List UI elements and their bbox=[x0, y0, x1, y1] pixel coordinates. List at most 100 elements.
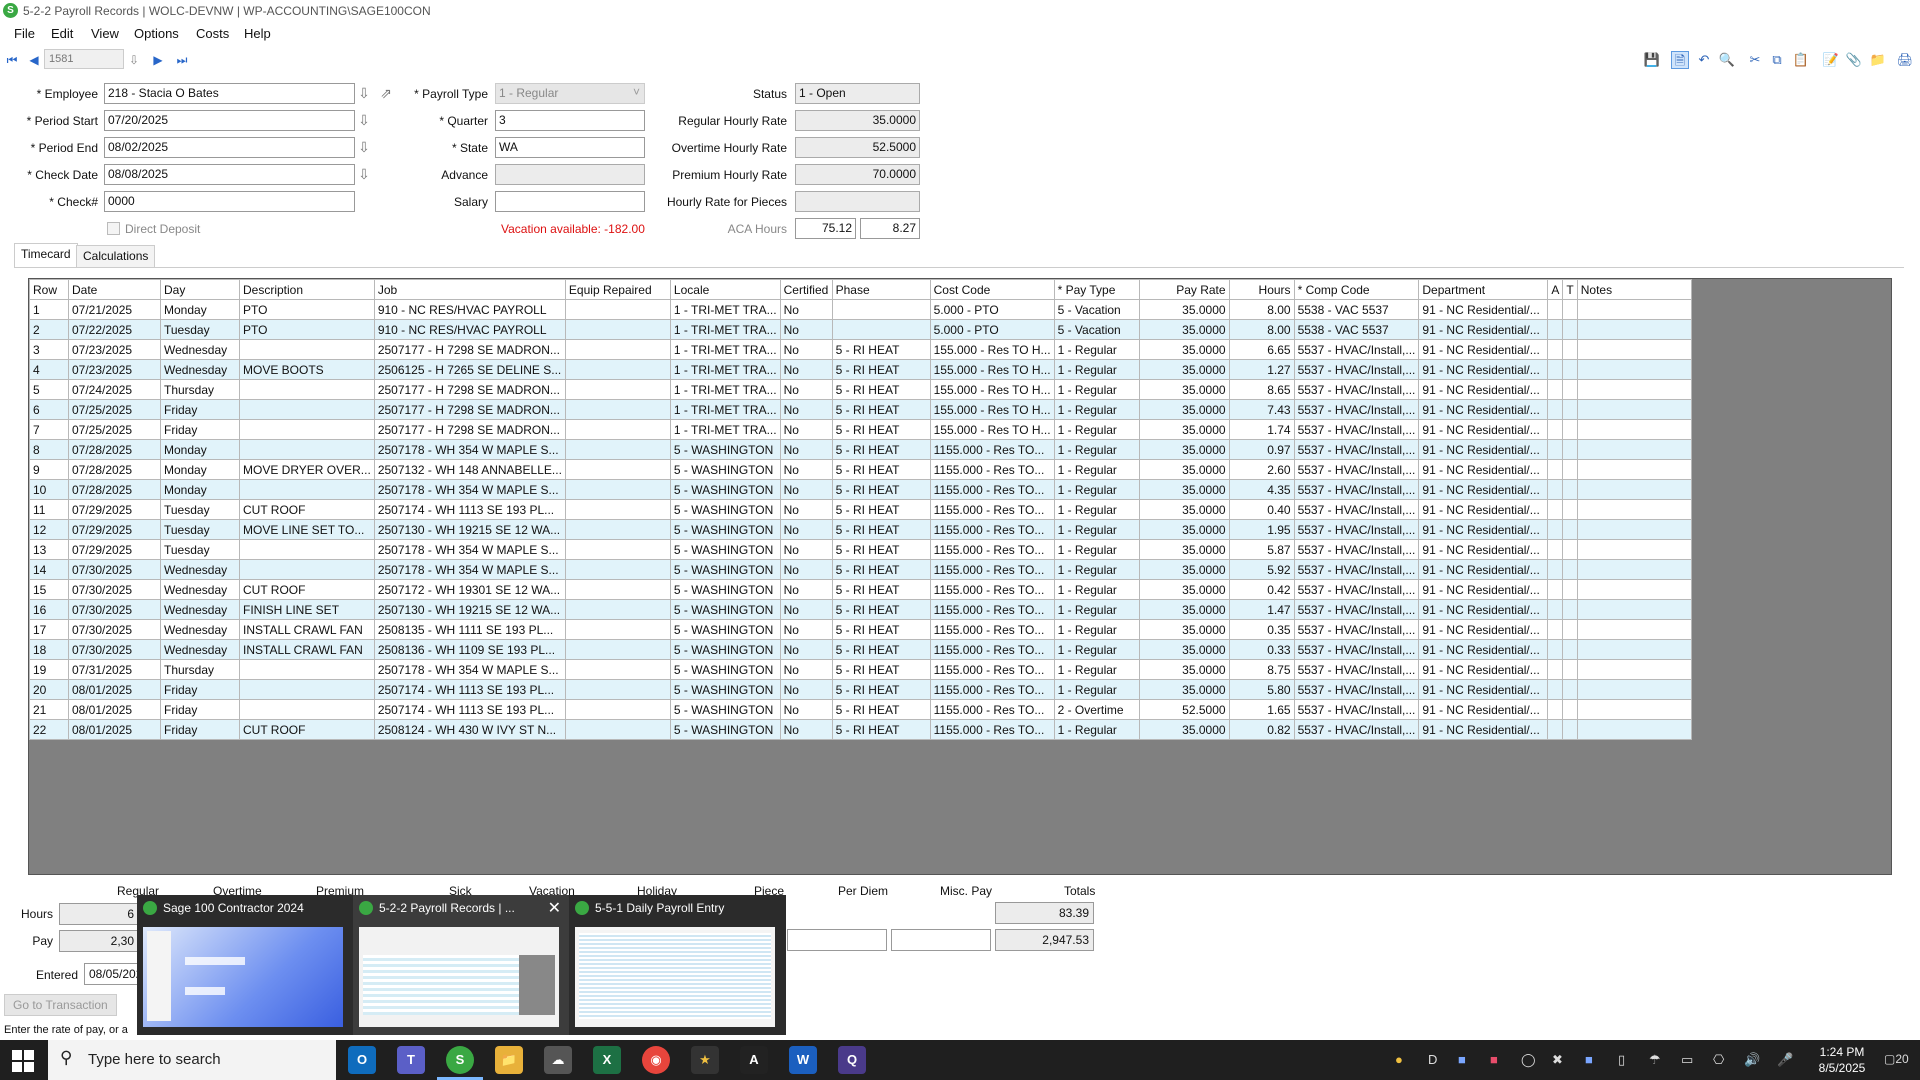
column-header[interactable]: T bbox=[1562, 279, 1578, 300]
table-cell[interactable] bbox=[1576, 559, 1692, 580]
overtime-rate-field[interactable]: 52.5000 bbox=[795, 137, 920, 158]
table-cell[interactable]: 5 - RI HEAT bbox=[831, 359, 931, 380]
table-cell[interactable] bbox=[1562, 699, 1578, 720]
table-cell[interactable]: 91 - NC Residential/... bbox=[1418, 559, 1549, 580]
windows-start-icon[interactable] bbox=[12, 1050, 34, 1072]
table-cell[interactable]: 3 bbox=[29, 339, 69, 360]
undo-icon[interactable]: ↶ bbox=[1695, 51, 1713, 69]
period-start-calendar-icon[interactable]: ⇩ bbox=[356, 111, 372, 129]
table-cell[interactable]: 07/31/2025 bbox=[68, 659, 161, 680]
table-cell[interactable]: 910 - NC RES/HVAC PAYROLL bbox=[373, 319, 566, 340]
table-cell[interactable]: 5 - RI HEAT bbox=[831, 719, 931, 740]
table-cell[interactable]: No bbox=[779, 299, 833, 320]
table-row[interactable]: 22 08/01/2025 Friday CUT ROOF 2508124 - WH 4… bbox=[29, 719, 1692, 740]
regular-hours-field[interactable]: 6 bbox=[59, 903, 139, 925]
table-cell[interactable]: 5537 - HVAC/Install,... bbox=[1293, 599, 1420, 620]
table-cell[interactable]: 07/29/2025 bbox=[68, 539, 161, 560]
cut-icon[interactable]: ✂ bbox=[1746, 51, 1764, 69]
table-cell[interactable]: 5 - WASHINGTON bbox=[669, 499, 781, 520]
teams-icon[interactable]: T bbox=[397, 1046, 425, 1074]
table-cell[interactable]: INSTALL CRAWL FAN bbox=[239, 619, 375, 640]
table-cell[interactable]: No bbox=[779, 539, 833, 560]
table-cell[interactable]: 5 - RI HEAT bbox=[831, 599, 931, 620]
chrome-icon[interactable]: ◉ bbox=[642, 1046, 670, 1074]
table-cell[interactable] bbox=[564, 299, 671, 320]
menu-help[interactable]: Help bbox=[244, 26, 271, 41]
table-cell[interactable]: 5537 - HVAC/Install,... bbox=[1293, 399, 1420, 420]
table-cell[interactable] bbox=[564, 439, 671, 460]
table-cell[interactable] bbox=[1547, 579, 1564, 600]
table-cell[interactable]: 91 - NC Residential/... bbox=[1418, 679, 1549, 700]
sage-taskbar-icon[interactable]: S bbox=[446, 1046, 474, 1074]
table-cell[interactable] bbox=[1562, 319, 1578, 340]
table-cell[interactable]: Friday bbox=[160, 679, 240, 700]
table-cell[interactable]: 5 - WASHINGTON bbox=[669, 639, 781, 660]
table-cell[interactable]: 6 bbox=[29, 399, 69, 420]
table-cell[interactable]: No bbox=[779, 579, 833, 600]
taskbar-search-box[interactable]: ⚲ Type here to search bbox=[48, 1040, 336, 1080]
table-cell[interactable] bbox=[1562, 579, 1578, 600]
folder-icon[interactable]: 📁 bbox=[1869, 51, 1887, 69]
table-cell[interactable]: Wednesday bbox=[160, 559, 240, 580]
table-cell[interactable] bbox=[1547, 659, 1564, 680]
table-cell[interactable]: 5.80 bbox=[1228, 679, 1295, 700]
table-cell[interactable]: No bbox=[779, 319, 833, 340]
table-cell[interactable]: 2507174 - WH 1113 SE 193 PL... bbox=[373, 699, 566, 720]
column-header[interactable]: Locale bbox=[669, 279, 781, 300]
table-cell[interactable]: 0.40 bbox=[1228, 499, 1295, 520]
table-cell[interactable]: 0.42 bbox=[1228, 579, 1295, 600]
table-cell[interactable]: 1 - Regular bbox=[1053, 339, 1140, 360]
table-cell[interactable]: 91 - NC Residential/... bbox=[1418, 719, 1549, 740]
table-cell[interactable]: 1 - Regular bbox=[1053, 639, 1140, 660]
table-cell[interactable]: 5 - WASHINGTON bbox=[669, 619, 781, 640]
table-cell[interactable]: 2506125 - H 7265 SE DELINE S... bbox=[373, 359, 566, 380]
table-cell[interactable]: No bbox=[779, 459, 833, 480]
column-header[interactable]: Job bbox=[373, 279, 566, 300]
tab-calculations[interactable]: Calculations bbox=[76, 245, 156, 267]
table-cell[interactable]: 2507177 - H 7298 SE MADRON... bbox=[373, 339, 566, 360]
table-cell[interactable]: 5 - RI HEAT bbox=[831, 519, 931, 540]
state-field[interactable]: WA bbox=[495, 137, 645, 158]
table-cell[interactable] bbox=[1576, 419, 1692, 440]
table-cell[interactable] bbox=[239, 479, 375, 500]
table-cell[interactable]: 5 - WASHINGTON bbox=[669, 719, 781, 740]
table-cell[interactable]: 1 - Regular bbox=[1053, 719, 1140, 740]
table-cell[interactable]: 155.000 - Res TO H... bbox=[929, 379, 1055, 400]
table-row[interactable]: 13 07/29/2025 Tuesday 2507178 - WH 354 W MA… bbox=[29, 539, 1692, 560]
table-cell[interactable]: Wednesday bbox=[160, 639, 240, 660]
table-cell[interactable]: 8.00 bbox=[1228, 299, 1295, 320]
menu-edit[interactable]: Edit bbox=[51, 26, 73, 41]
table-cell[interactable]: 2 bbox=[29, 319, 69, 340]
table-cell[interactable]: 5537 - HVAC/Install,... bbox=[1293, 659, 1420, 680]
table-cell[interactable] bbox=[1547, 539, 1564, 560]
table-cell[interactable]: 1.95 bbox=[1228, 519, 1295, 540]
table-cell[interactable]: Wednesday bbox=[160, 339, 240, 360]
table-cell[interactable]: CUT ROOF bbox=[239, 499, 375, 520]
table-cell[interactable]: 5537 - HVAC/Install,... bbox=[1293, 539, 1420, 560]
tray-outlook-icon[interactable]: ■ bbox=[1585, 1052, 1593, 1067]
table-cell[interactable] bbox=[564, 639, 671, 660]
tray-usb-icon[interactable]: ▯ bbox=[1618, 1052, 1625, 1068]
table-cell[interactable]: 5 - RI HEAT bbox=[831, 499, 931, 520]
table-cell[interactable]: 1 - TRI-MET TRA... bbox=[669, 399, 781, 420]
print-icon[interactable]: 🖨 bbox=[1896, 51, 1914, 69]
table-cell[interactable]: 07/23/2025 bbox=[68, 339, 161, 360]
table-cell[interactable] bbox=[1562, 299, 1578, 320]
employee-field[interactable]: 218 - Stacia O Bates bbox=[104, 83, 355, 104]
close-icon[interactable]: ✕ bbox=[548, 898, 561, 918]
table-cell[interactable]: 5 - RI HEAT bbox=[831, 539, 931, 560]
table-cell[interactable] bbox=[1562, 459, 1578, 480]
table-cell[interactable]: 5 bbox=[29, 379, 69, 400]
table-cell[interactable]: 35.0000 bbox=[1138, 639, 1230, 660]
table-cell[interactable] bbox=[1562, 419, 1578, 440]
table-cell[interactable]: 5 - WASHINGTON bbox=[669, 599, 781, 620]
table-cell[interactable]: 2 - Overtime bbox=[1053, 699, 1140, 720]
column-header[interactable]: * Comp Code bbox=[1293, 279, 1420, 300]
table-row[interactable]: 2 07/22/2025 Tuesday PTO 910 - NC RES/HVAC P… bbox=[29, 319, 1692, 340]
period-start-field[interactable]: 07/20/2025 bbox=[104, 110, 355, 131]
table-cell[interactable]: 91 - NC Residential/... bbox=[1418, 599, 1549, 620]
table-cell[interactable] bbox=[1547, 479, 1564, 500]
table-cell[interactable]: 5537 - HVAC/Install,... bbox=[1293, 379, 1420, 400]
table-cell[interactable]: 1.27 bbox=[1228, 359, 1295, 380]
table-cell[interactable] bbox=[1576, 599, 1692, 620]
